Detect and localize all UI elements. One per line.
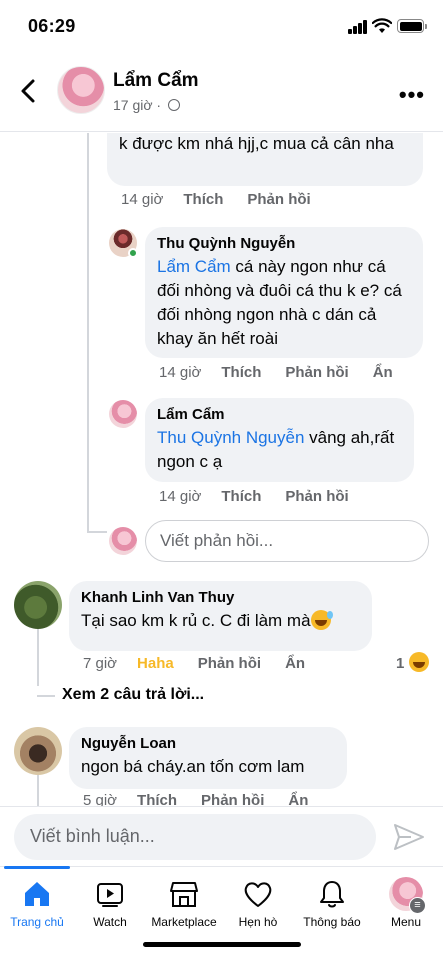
thread-line xyxy=(87,531,107,533)
like-button[interactable]: Thích xyxy=(221,364,261,381)
comment-time: 14 giờ xyxy=(121,191,164,208)
home-indicator xyxy=(143,942,301,947)
post-header: Lẩm Cẩm 17 giờ · ••• xyxy=(0,54,443,132)
comments-list[interactable]: k được km nhá hjj,c mua cả cân nha 14 gi… xyxy=(0,133,443,806)
thread-line xyxy=(37,773,39,806)
post-meta: 17 giờ · xyxy=(113,97,180,113)
watch-icon xyxy=(97,883,123,907)
tab-label: Hẹn hò xyxy=(238,915,278,929)
commenter-avatar[interactable] xyxy=(109,400,137,428)
tab-label: Menu xyxy=(390,915,422,929)
tab-menu[interactable]: Menu xyxy=(369,867,443,937)
hide-button[interactable]: Ẩn xyxy=(288,792,308,806)
comment-text: k được km nhá hjj,c mua cả cân nha xyxy=(119,134,394,153)
more-options-icon[interactable]: ••• xyxy=(399,82,425,108)
battery-icon xyxy=(397,19,427,33)
tab-label: Watch xyxy=(93,915,127,929)
comment-time: 14 giờ xyxy=(159,488,202,505)
comment-input[interactable]: Viết bình luận... xyxy=(14,814,376,860)
comment-time: 14 giờ xyxy=(159,364,202,381)
comment-time: 7 giờ xyxy=(83,655,118,672)
online-indicator xyxy=(128,248,138,258)
author-name[interactable]: Lẩm Cẩm xyxy=(113,70,199,92)
globe-icon xyxy=(168,99,180,111)
back-arrow-icon[interactable] xyxy=(14,76,44,106)
sweat-smile-emoji-icon xyxy=(310,610,333,630)
tab-home[interactable]: Trang chủ xyxy=(0,866,74,937)
comment-text: Lẩm Cẩm cá này ngon như cá đối nhòng và … xyxy=(157,257,402,348)
hide-button[interactable]: Ẩn xyxy=(373,364,393,381)
comment-bubble[interactable]: Khanh Linh Van Thuy Tại sao km k rủ c. C… xyxy=(69,581,372,651)
my-avatar xyxy=(109,527,137,555)
author-avatar[interactable] xyxy=(57,66,105,114)
reply-button[interactable]: Phản hồi xyxy=(201,792,264,806)
comment-time: 5 giờ xyxy=(83,792,118,806)
tab-watch[interactable]: Watch xyxy=(73,867,147,937)
tab-notifications[interactable]: Thông báo xyxy=(295,867,369,937)
commenter-avatar[interactable] xyxy=(14,727,62,775)
tab-label: Marketplace xyxy=(151,915,217,929)
bell-icon xyxy=(320,881,344,908)
haha-emoji-icon xyxy=(408,652,429,672)
like-button[interactable]: Thích xyxy=(137,792,177,806)
comment-text: ngon bá cháy.an tốn cơm lam xyxy=(81,757,305,776)
like-button[interactable]: Thích xyxy=(183,191,223,208)
menu-avatar-icon xyxy=(389,877,426,914)
tab-label: Trang chủ xyxy=(10,915,64,929)
reply-button[interactable]: Phản hồi xyxy=(285,364,348,381)
comment-bubble[interactable]: Thu Quỳnh Nguyễn Lẩm Cẩm cá này ngon như… xyxy=(145,227,423,358)
commenter-name[interactable]: Nguyễn Loan xyxy=(81,735,335,752)
mention-link[interactable]: Lẩm Cẩm xyxy=(157,257,231,276)
reply-input[interactable]: Viết phản hồi... xyxy=(145,520,429,562)
post-time: 17 giờ xyxy=(113,97,153,113)
mention-link[interactable]: Thu Quỳnh Nguyễn xyxy=(157,428,304,447)
tab-marketplace[interactable]: Marketplace xyxy=(147,867,221,937)
comment-actions: 14 giờ Thích Phản hồi xyxy=(121,191,335,208)
tab-label: Thông báo xyxy=(303,915,361,929)
reply-button[interactable]: Phản hồi xyxy=(247,191,310,208)
commenter-name[interactable]: Thu Quỳnh Nguyễn xyxy=(157,235,411,252)
comment-bubble[interactable]: Nguyễn Loan ngon bá cháy.an tốn cơm lam xyxy=(69,727,347,789)
reply-button[interactable]: Phản hồi xyxy=(198,655,261,672)
comment-actions: 14 giờ Thích Phản hồi Ẩn xyxy=(159,364,417,381)
comment-actions: 14 giờ Thích Phản hồi xyxy=(159,488,373,505)
send-icon[interactable] xyxy=(393,822,425,852)
comment-text: Tại sao km k rủ c. C đi làm mà xyxy=(81,609,360,633)
wifi-icon xyxy=(372,18,392,33)
reply-button[interactable]: Phản hồi xyxy=(285,488,348,505)
commenter-name[interactable]: Khanh Linh Van Thuy xyxy=(81,589,360,606)
like-button[interactable]: Thích xyxy=(221,488,261,505)
status-time: 06:29 xyxy=(28,16,76,36)
dating-icon xyxy=(244,882,272,907)
view-more-replies-link[interactable]: Xem 2 câu trả lời... xyxy=(62,686,204,704)
haha-reaction-button[interactable]: Haha xyxy=(137,655,174,672)
thread-line xyxy=(87,133,89,533)
commenter-name[interactable]: Lẩm Cẩm xyxy=(157,406,402,423)
comment-actions: 7 giờ Haha Phản hồi Ẩn xyxy=(83,655,329,672)
reaction-count[interactable]: 1 xyxy=(396,652,429,672)
comment-text: Thu Quỳnh Nguyễn vâng ah,rất ngon c ạ xyxy=(157,428,395,471)
cellular-signal-icon xyxy=(348,20,368,34)
hide-button[interactable]: Ẩn xyxy=(285,655,305,672)
comment-bubble[interactable]: k được km nhá hjj,c mua cả cân nha xyxy=(107,133,423,186)
comment-actions: 5 giờ Thích Phản hồi Ẩn xyxy=(83,792,332,806)
comment-bubble[interactable]: Lẩm Cẩm Thu Quỳnh Nguyễn vâng ah,rất ngo… xyxy=(145,398,414,482)
marketplace-icon xyxy=(170,882,198,907)
commenter-avatar[interactable] xyxy=(14,581,62,629)
thread-line xyxy=(37,695,55,697)
comment-composer: Viết bình luận... xyxy=(0,806,443,866)
home-icon xyxy=(25,882,49,906)
status-bar: 06:29 xyxy=(0,0,443,54)
thread-line xyxy=(37,626,39,686)
tab-dating[interactable]: Hẹn hò xyxy=(221,867,295,937)
